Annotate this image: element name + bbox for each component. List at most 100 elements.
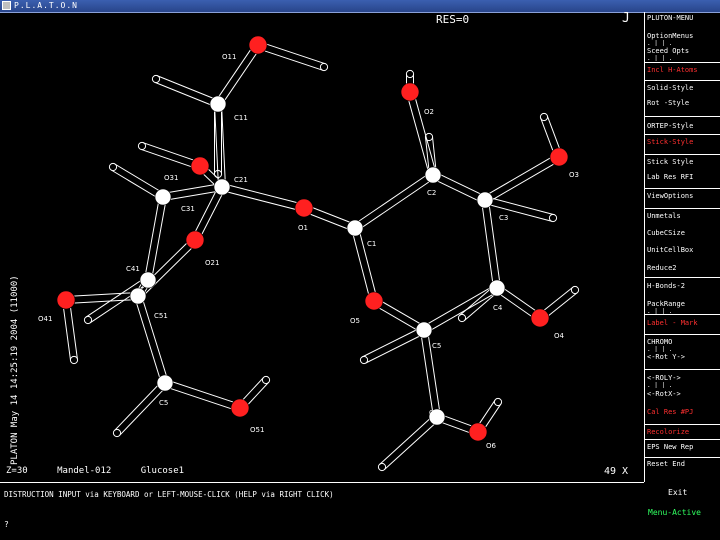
hydrogen-stick-end: [151, 74, 161, 84]
bond-stick: [481, 199, 501, 289]
menu-item-20[interactable]: <-ROLY->. | | .: [647, 374, 717, 388]
menu-item-label: <-ROLY->: [647, 374, 681, 382]
atom-label: C5: [432, 342, 441, 350]
menu-item-14[interactable]: Reduce2: [647, 264, 717, 273]
hydrogen-stick-end: [405, 69, 415, 79]
oxygen-atom-19[interactable]: [364, 291, 384, 311]
structure-info: Z=30 Mandel-012 Glucose1: [6, 466, 204, 476]
menu-item-0[interactable]: PLUTON-MENU: [647, 14, 717, 23]
menu-item-25[interactable]: Reset End: [647, 460, 717, 469]
menu-separator: [645, 116, 720, 117]
exit-button[interactable]: Exit: [668, 488, 687, 497]
command-prompt[interactable]: ?: [4, 520, 9, 529]
atom-label: O51: [250, 426, 264, 434]
oxygen-atom-5[interactable]: [185, 230, 205, 250]
menu-item-5[interactable]: Rot -Style: [647, 99, 717, 108]
menu-separator: [645, 439, 720, 440]
atom-label: C1: [367, 240, 376, 248]
menu-item-label: PackRange: [647, 300, 685, 308]
bond-stick: [351, 226, 378, 303]
oxygen-atom-8[interactable]: [56, 290, 76, 310]
menu-item-label: EPS New Rep: [647, 443, 694, 451]
menu-item-4[interactable]: Solid-Style: [647, 84, 717, 93]
atom-label: O31: [164, 174, 178, 182]
menu-item-12[interactable]: CubeCSize: [647, 229, 717, 238]
atom-label: C2: [427, 189, 436, 197]
menu-item-label: Label - Mark: [647, 319, 698, 327]
menu-item-17[interactable]: Label - Mark: [647, 319, 717, 328]
carbon-atom-14[interactable]: [424, 166, 442, 184]
menu-item-label: Reset End: [647, 460, 685, 468]
menu-item-3[interactable]: Incl H-Atoms: [647, 66, 717, 75]
menu-item-label: <-RotX->: [647, 390, 681, 398]
menu-item-23[interactable]: Recolorize: [647, 428, 717, 437]
menu-separator: [645, 369, 720, 370]
menu-item-2[interactable]: Sceed Opts. | | .: [647, 47, 717, 61]
hydrogen-stick: [154, 75, 220, 108]
atom-label: C21: [234, 176, 248, 184]
menu-item-ticks: . | | .: [647, 55, 673, 62]
menu-item-18[interactable]: CHROMO. | | .: [647, 338, 717, 352]
oxygen-atom-13[interactable]: [400, 82, 420, 102]
platon-version-text: PLATON May 14 14:25:19 2004 (11000): [10, 275, 20, 465]
window-menu-icon[interactable]: [2, 1, 11, 10]
carbon-atom-9[interactable]: [156, 374, 174, 392]
menu-item-label: Unmetals: [647, 212, 681, 220]
menu-item-22[interactable]: Cal Res #PJ: [647, 408, 717, 417]
atom-label: O21: [205, 259, 219, 267]
hydrogen-stick-end: [137, 141, 147, 151]
oxygen-atom-2[interactable]: [190, 156, 210, 176]
menu-item-15[interactable]: H-Bonds-2: [647, 282, 717, 291]
carbon-atom-20[interactable]: [415, 321, 433, 339]
menu-item-9[interactable]: Lab Res RFI: [647, 173, 717, 182]
menu-item-label: Solid-Style: [647, 84, 694, 92]
oxygen-atom-16[interactable]: [549, 147, 569, 167]
hydrogen-stick: [379, 414, 440, 470]
carbon-atom-4[interactable]: [154, 188, 172, 206]
menu-item-label: CubeCSize: [647, 229, 685, 237]
carbon-atom-17[interactable]: [488, 279, 506, 297]
menu-item-label: ORTEP-Style: [647, 122, 694, 130]
menu-item-6[interactable]: ORTEP-Style: [647, 122, 717, 131]
bond-stick: [144, 196, 167, 281]
menu-item-10[interactable]: ViewOptions: [647, 192, 717, 201]
menu-item-21[interactable]: <-RotX->: [647, 390, 717, 399]
menu-item-24[interactable]: EPS New Rep: [647, 443, 717, 452]
oxygen-atom-18[interactable]: [530, 308, 550, 328]
menu-item-19[interactable]: <-Rot Y->: [647, 353, 717, 362]
menu-item-label: Incl H-Atoms: [647, 66, 698, 74]
oxygen-atom-10[interactable]: [230, 398, 250, 418]
carbon-atom-12[interactable]: [346, 219, 364, 237]
menu-item-16[interactable]: PackRange. | | .: [647, 300, 717, 314]
menu-item-13[interactable]: UnitCellBox: [647, 246, 717, 255]
atom-label: C5: [159, 399, 168, 407]
menu-item-7[interactable]: Stick-Style: [647, 138, 717, 147]
carbon-atom-7[interactable]: [129, 287, 147, 305]
structure-canvas[interactable]: O11 C11 O31 C21 C31 O21 C41 C51 O41 C5 O51 O1 C1 O2 C2…: [0, 12, 644, 486]
corner-mark: J: [622, 11, 630, 26]
atom-label: C41: [126, 265, 140, 273]
menu-item-1[interactable]: OptionMenus. | | .: [647, 32, 717, 46]
menu-item-8[interactable]: Stick Style: [647, 158, 717, 167]
menu-item-label: Reduce2: [647, 264, 677, 272]
carbon-atom-1[interactable]: [209, 95, 227, 113]
menu-separator: [645, 314, 720, 315]
bond-stick: [162, 183, 223, 201]
menu-separator: [645, 134, 720, 135]
instruction-text: DISTRUCTION INPUT via KEYBOARD or LEFT-M…: [4, 490, 334, 499]
bond-stick: [221, 183, 305, 212]
menu-item-label: Sceed Opts: [647, 47, 690, 55]
hydrogen-stick: [214, 104, 222, 174]
carbon-atom-3[interactable]: [213, 178, 231, 196]
carbon-atom-6[interactable]: [139, 271, 157, 289]
atom-label: O4: [554, 332, 565, 340]
menu-item-label: Recolorize: [647, 428, 690, 436]
oxygen-atom-11[interactable]: [294, 198, 314, 218]
menu-item-11[interactable]: Unmetals: [647, 212, 717, 221]
oxygen-atom-22[interactable]: [468, 422, 488, 442]
bond-stick: [135, 237, 198, 299]
oxygen-atom-0[interactable]: [248, 35, 268, 55]
carbon-atom-15[interactable]: [476, 191, 494, 209]
bond-stick: [482, 153, 562, 204]
hydrogen-stick-end: [493, 397, 503, 407]
